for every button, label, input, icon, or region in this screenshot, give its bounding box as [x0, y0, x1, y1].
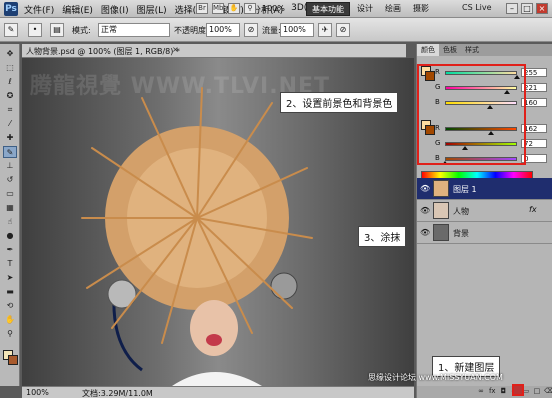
tab-styles[interactable]: 样式 [461, 44, 483, 56]
lasso-tool-icon[interactable]: ℓ [3, 76, 17, 88]
minibridge-icon[interactable]: Mb [212, 3, 224, 14]
menu-layer[interactable]: 图层(L) [137, 3, 167, 16]
history-brush-tool-icon[interactable]: ↺ [3, 174, 17, 186]
zoom-icon[interactable]: ⚲ [244, 3, 256, 14]
maximize-icon[interactable]: □ [521, 3, 533, 14]
dodge-tool-icon[interactable]: ● [3, 230, 17, 242]
marquee-tool-icon[interactable]: ⬚ [3, 62, 17, 74]
tab-swatches[interactable]: 色板 [439, 44, 461, 56]
type-tool-icon[interactable]: T [3, 258, 17, 270]
shirt [172, 372, 262, 386]
background-color-swatch[interactable] [8, 355, 18, 365]
move-tool-icon[interactable]: ✥ [3, 48, 17, 60]
quick-select-tool-icon[interactable]: ✪ [3, 90, 17, 102]
headphone-right [270, 272, 298, 300]
eyedropper-tool-icon[interactable]: ⁄ [3, 118, 17, 130]
callout-set-colors: 2、设置前景色和背景色 [280, 92, 399, 113]
pressure-opacity-icon[interactable]: ⊘ [244, 23, 258, 37]
layers-footer: ∞ fx ◘ ◐ ▭ □ ⌫ [417, 386, 552, 398]
hand-icon[interactable]: ✋ [228, 3, 240, 14]
visibility-eye-icon[interactable]: 👁 [420, 228, 430, 237]
layer-fx-icon[interactable]: fx [529, 205, 537, 214]
document-title: 人物背景.psd @ 100% (图层 1, RGB/8) * [26, 47, 180, 56]
layer-thumbnail [433, 202, 449, 219]
mode-label: 模式: [72, 26, 91, 35]
new-layer-icon[interactable]: □ [533, 387, 541, 396]
close-icon[interactable]: × [536, 3, 548, 14]
menu-bar: Ps 文件(F) 编辑(E) 图像(I) 图层(L) 选择(S) 滤镜(T) 分… [0, 0, 552, 18]
pen-tool-icon[interactable]: ✒ [3, 244, 17, 256]
layer-thumbnail [433, 180, 449, 197]
color-panel-tabs: 颜色 色板 样式 [417, 44, 552, 56]
eraser-tool-icon[interactable]: ▭ [3, 188, 17, 200]
gradient-tool-icon[interactable]: ▦ [3, 202, 17, 214]
new-layer-highlight [512, 384, 524, 396]
layer-mask-icon[interactable]: ◘ [499, 387, 507, 396]
menu-image[interactable]: 图像(I) [101, 3, 129, 16]
brush-panel-icon[interactable]: ▤ [50, 23, 64, 37]
lips [206, 334, 222, 346]
layer-thumbnail [433, 224, 449, 241]
bridge-icon[interactable]: Br [196, 3, 208, 14]
menu-file[interactable]: 文件(F) [24, 3, 54, 16]
toolbox: ✥ ⬚ ℓ ✪ ⌗ ⁄ ✚ ✎ ⊥ ↺ ▭ ▦ ☝ ● ✒ T ➤ ▬ ⟲ ✋ … [0, 44, 20, 386]
status-zoom[interactable]: 100% [26, 388, 49, 397]
brush-preset-icon[interactable]: ✎ [4, 23, 18, 37]
site-watermark: 思缘设计论坛 www.MISSYUAN.COM [368, 373, 503, 382]
pressure-size-icon[interactable]: ⊘ [336, 23, 350, 37]
layer-row-3[interactable]: 👁 背景 [417, 222, 552, 244]
visibility-eye-icon[interactable]: 👁 [420, 184, 430, 193]
zoom-tool-icon[interactable]: ⚲ [3, 328, 17, 340]
opacity-label: 不透明度: [174, 26, 209, 35]
workspace-painting[interactable]: 绘画 [380, 2, 406, 16]
tab-color[interactable]: 颜色 [417, 44, 439, 56]
layer-row-2[interactable]: 👁 人物 fx [417, 200, 552, 222]
brush-tool-icon[interactable]: ✎ [3, 146, 17, 158]
menu-edit[interactable]: 编辑(E) [62, 3, 93, 16]
shape-tool-icon[interactable]: ▬ [3, 286, 17, 298]
crop-tool-icon[interactable]: ⌗ [3, 104, 17, 116]
smudge-tool-icon[interactable]: ☝ [3, 216, 17, 228]
status-bar: 100% 文档:3.29M/11.0M [22, 386, 414, 398]
workspace-photography[interactable]: 摄影 [408, 2, 434, 16]
callout-smudge: 3、涂抹 [358, 226, 407, 247]
cs-live-button[interactable]: CS Live [462, 3, 492, 12]
workspace-design[interactable]: 设计 [352, 2, 378, 16]
mode-select[interactable]: 正常 [98, 23, 170, 37]
window-controls: – □ × [506, 3, 548, 14]
airbrush-icon[interactable]: ✈ [318, 23, 332, 37]
flow-input[interactable]: 100% [280, 23, 314, 37]
color-panel-highlight [417, 64, 526, 165]
status-doc-size: 文档:3.29M/11.0M [82, 389, 153, 398]
document-tab[interactable]: 人物背景.psd @ 100% (图层 1, RGB/8) * × [22, 44, 406, 58]
minimize-icon[interactable]: – [506, 3, 518, 14]
photoshop-logo: Ps [4, 2, 18, 16]
brush-size-icon[interactable]: • [28, 23, 42, 37]
zoom-level[interactable]: 100% [262, 4, 285, 13]
link-layers-icon[interactable]: ∞ [477, 387, 485, 396]
tab-close-icon[interactable]: × [172, 45, 179, 54]
visibility-eye-icon[interactable]: 👁 [420, 206, 430, 215]
layer-name: 图层 1 [453, 185, 477, 194]
menubar-tools: Br Mb ✋ ⚲ [196, 3, 256, 14]
layer-name: 背景 [453, 229, 469, 238]
path-select-tool-icon[interactable]: ➤ [3, 272, 17, 284]
layer-name: 人物 [453, 207, 469, 216]
options-bar: ✎ • ▤ 模式: 正常 不透明度: 100% ⊘ 流量: 100% ✈ ⊘ [0, 18, 552, 42]
delete-layer-icon[interactable]: ⌫ [544, 387, 552, 396]
clone-stamp-tool-icon[interactable]: ⊥ [3, 160, 17, 172]
layer-style-icon[interactable]: fx [488, 387, 496, 396]
layer-row-1[interactable]: 👁 图层 1 [417, 178, 552, 200]
workspace-essentials[interactable]: 基本功能 [306, 2, 350, 16]
flow-label: 流量: [262, 26, 281, 35]
opacity-input[interactable]: 100% [206, 23, 240, 37]
healing-tool-icon[interactable]: ✚ [3, 132, 17, 144]
hand-tool-icon[interactable]: ✋ [3, 314, 17, 326]
3d-rotate-tool-icon[interactable]: ⟲ [3, 300, 17, 312]
face [190, 300, 238, 356]
workspace-switcher: 基本功能 设计 绘画 摄影 [306, 2, 436, 16]
